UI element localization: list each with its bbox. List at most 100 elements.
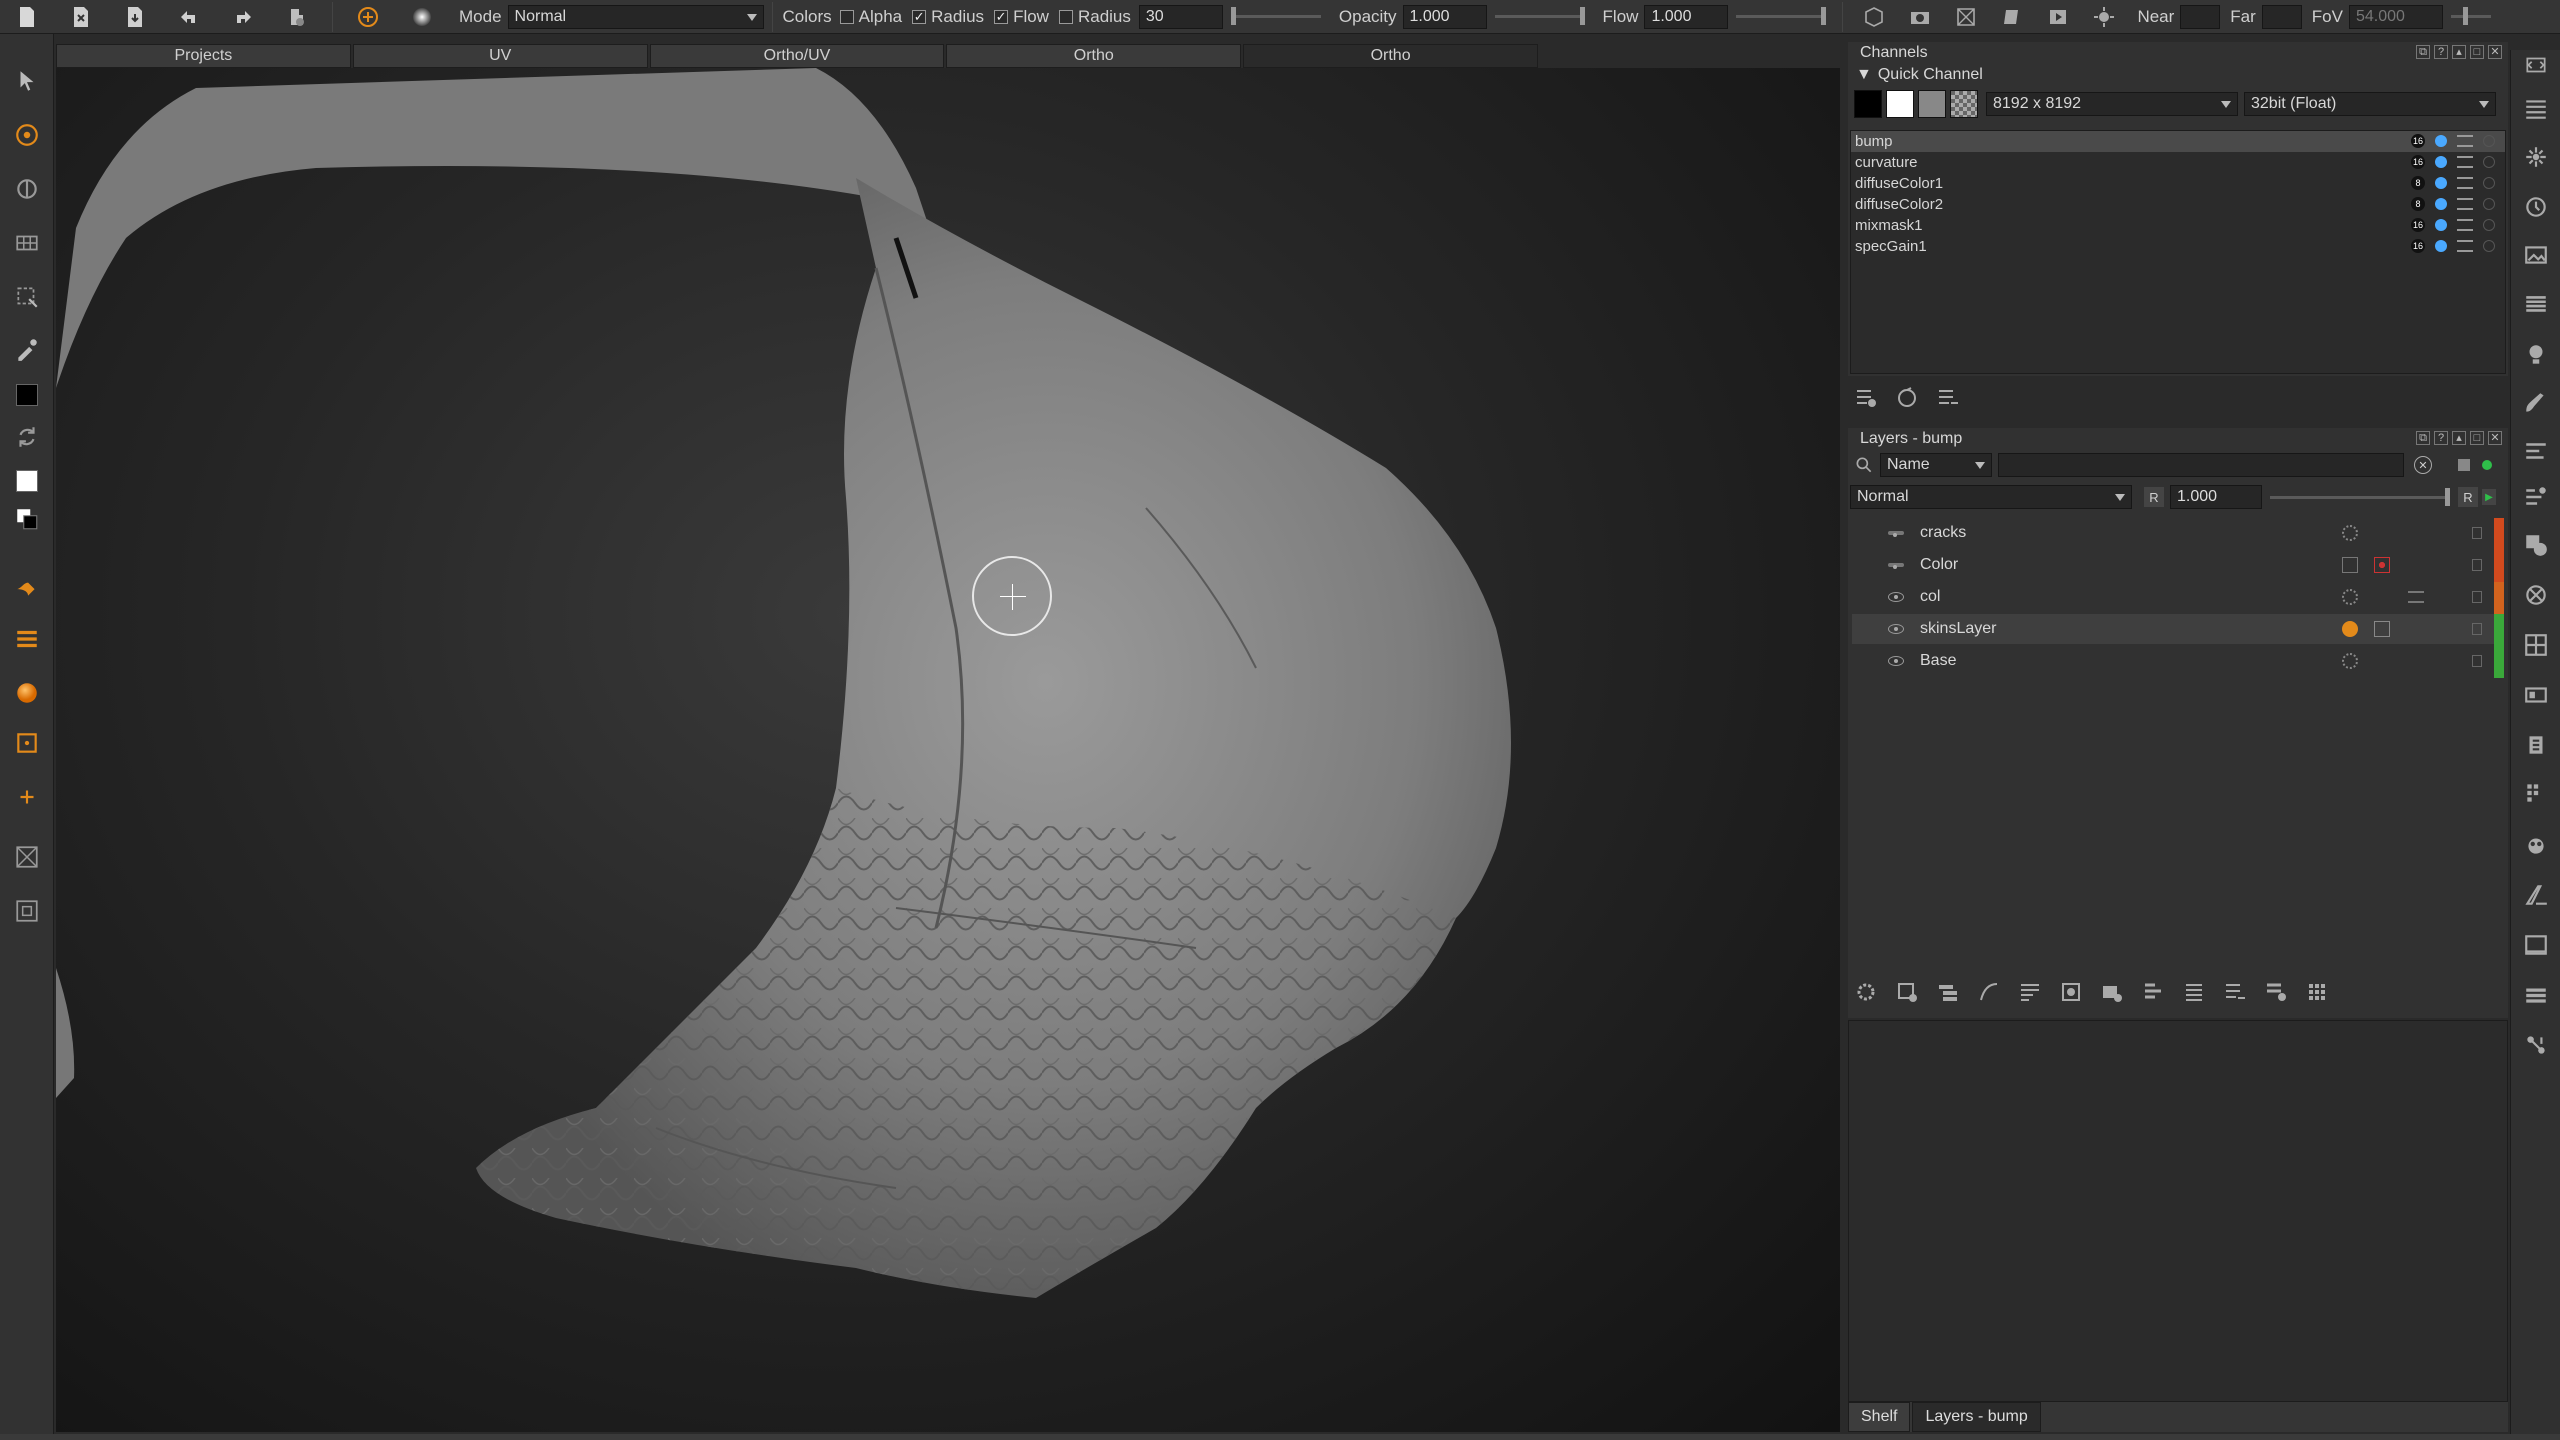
layer-list-icon[interactable] [2180,978,2208,1006]
history-icon[interactable] [284,4,310,30]
shelf-palette-icon[interactable] [2521,580,2551,610]
add-group-icon[interactable] [1934,978,1962,1006]
texture-sets-icon[interactable] [2521,630,2551,660]
alpha-checkbox[interactable] [839,9,854,24]
lights-icon[interactable] [2091,4,2117,30]
camera-palette-icon[interactable] [2521,830,2551,860]
node-graph-icon[interactable] [2521,1030,2551,1060]
tab-uv[interactable]: UV [352,44,648,68]
paint-tool-icon[interactable] [12,120,42,150]
collapse-triangle-icon[interactable]: ▼ [1856,66,1872,84]
help-icon[interactable]: ? [2434,45,2448,59]
layer-row-color[interactable]: Color [1852,550,2500,580]
brush-tip-icon[interactable] [409,4,435,30]
select-tool-icon[interactable] [12,66,42,96]
lock-icon[interactable] [2483,135,2495,147]
image-manager-icon[interactable] [2521,240,2551,270]
objects-palette-icon[interactable] [2521,530,2551,560]
layer-lock-icon[interactable] [2472,559,2482,571]
white-fill-swatch[interactable] [1886,90,1914,118]
layer-lock-icon[interactable] [2472,591,2482,603]
cube-view-icon[interactable] [1861,4,1887,30]
mask-icon[interactable] [2374,621,2390,637]
adjustment-stack-icon[interactable] [2408,591,2424,603]
add-channel-icon[interactable] [1852,384,1880,412]
radius-slider-handle[interactable] [1230,7,1236,25]
history-palette-icon[interactable] [2521,192,2551,222]
lock-icon[interactable] [2483,156,2495,168]
fov-field[interactable]: 54.000 [2348,4,2443,29]
tab-ortho-active[interactable]: Ortho [1243,44,1538,68]
maximize-icon[interactable]: ▴ [2452,431,2466,445]
lock-icon[interactable] [2483,198,2495,210]
snapshots-icon[interactable] [2521,680,2551,710]
remove-layer-icon[interactable] [2221,978,2249,1006]
flow-checkbox[interactable]: ✓ [994,9,1009,24]
channel-menu-icon[interactable] [2457,219,2473,231]
float-icon[interactable]: ⧉ [2416,431,2430,445]
channel-menu-icon[interactable] [2457,240,2473,252]
add-filter-icon[interactable] [2016,978,2044,1006]
near-field[interactable] [2180,4,2221,29]
gray-fill-swatch[interactable] [1918,90,1946,118]
far-field[interactable] [2261,4,2302,29]
paint-grid-tool-icon[interactable] [12,228,42,258]
flow-field[interactable]: 1.000 [1644,4,1729,29]
channel-item-mixmask1[interactable]: mixmask1 16 [1851,215,2505,236]
quick-channel-header[interactable]: ▼ Quick Channel [1848,64,2508,86]
blend-mode-dropdown[interactable]: Normal [1850,485,2132,509]
layers-palette-icon[interactable] [2521,290,2551,320]
lock-icon[interactable] [2483,177,2495,189]
brush-settings-icon[interactable] [12,572,42,602]
layer-lock-icon[interactable] [2472,655,2482,667]
frame-selection-icon[interactable] [12,896,42,926]
add-adjustment-icon[interactable] [1975,978,2003,1006]
opacity-slider-handle[interactable] [1579,7,1585,25]
paint-through-tool-icon[interactable] [12,174,42,204]
remove-channel-icon[interactable] [1934,384,1962,412]
add-procedural-layer-icon[interactable] [1852,978,1880,1006]
marquee-select-icon[interactable] [12,282,42,312]
fov-slider[interactable] [2450,7,2491,25]
resolution-dropdown[interactable]: 8192 x 8192 [1986,92,2238,116]
flow-slider[interactable] [1736,7,1827,25]
paint-through-icon[interactable] [355,4,381,30]
lock-reset-button[interactable]: R [2458,487,2478,507]
material-sphere-icon[interactable] [12,678,42,708]
channel-menu-icon[interactable] [2457,156,2473,168]
channel-item-specgain1[interactable]: specGain1 16 [1851,236,2505,257]
layer-search-input[interactable] [1998,453,2404,477]
add-paint-layer-icon[interactable] [1893,978,1921,1006]
radius-checkbox[interactable]: ✓ [912,9,927,24]
radius-slider[interactable] [1230,7,1321,25]
paint-buffer-icon[interactable] [1999,4,2025,30]
patch-mode-icon[interactable] [12,782,42,812]
close-icon[interactable]: ✕ [2488,431,2502,445]
maximize-icon[interactable]: ▴ [2452,45,2466,59]
merge-layers-icon[interactable] [2262,978,2290,1006]
lights-palette-icon[interactable] [2521,340,2551,370]
close-icon[interactable]: ✕ [2488,45,2502,59]
layer-row-col[interactable]: col [1852,582,2500,612]
restore-icon[interactable]: □ [2470,45,2484,59]
fov-slider-handle[interactable] [2462,7,2468,25]
mode-dropdown[interactable]: Normal [507,4,764,29]
clear-search-icon[interactable]: ✕ [2414,456,2432,474]
flow-slider-handle[interactable] [1821,7,1827,25]
measure-palette-icon[interactable] [2521,880,2551,910]
eye-hidden-icon[interactable] [1888,531,1904,537]
layer-lock-icon[interactable] [2472,527,2482,539]
redo-icon[interactable] [230,4,256,30]
frame-all-icon[interactable] [12,842,42,872]
grid-projection-icon[interactable] [1953,4,1979,30]
tool-properties-icon[interactable] [2521,436,2551,466]
background-color-swatch[interactable] [12,466,42,496]
layer-row-skinslayer[interactable]: skinsLayer [1852,614,2500,644]
eye-visible-icon[interactable] [1888,656,1904,666]
shaders-palette-icon[interactable] [2521,142,2551,172]
add-mask-icon[interactable] [2057,978,2085,1006]
channel-menu-icon[interactable] [2457,135,2473,147]
undo-icon[interactable] [176,4,202,30]
help-icon[interactable]: ? [2434,431,2448,445]
channel-item-curvature[interactable]: curvature 16 [1851,152,2505,173]
